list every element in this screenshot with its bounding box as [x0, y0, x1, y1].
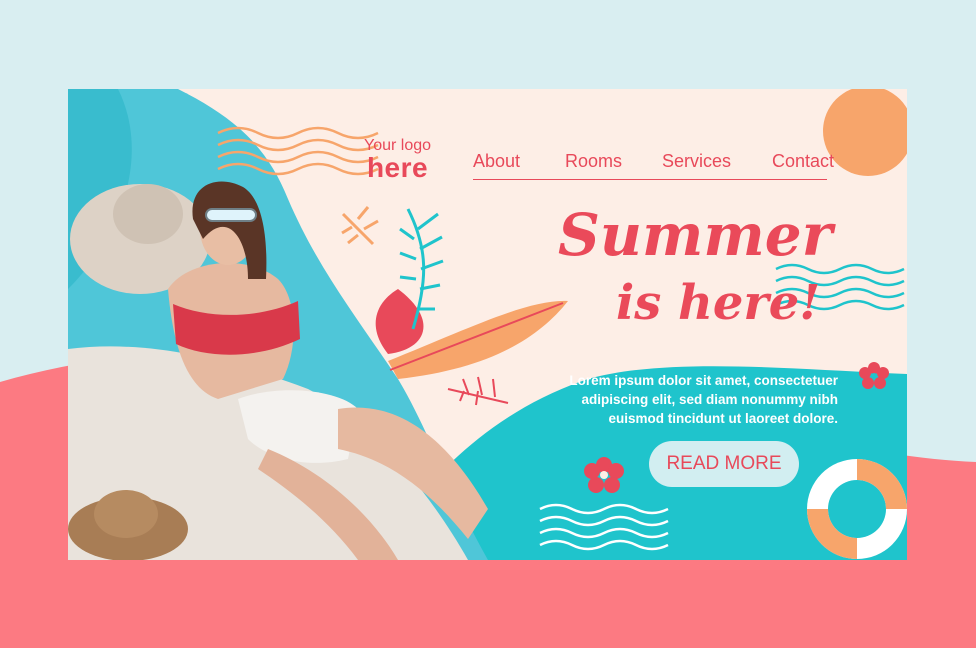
nav-item-rooms[interactable]: Rooms [565, 151, 622, 172]
life-ring-icon [807, 459, 907, 559]
logo-line2: here [366, 152, 429, 183]
landing-page-card: Your logo here About Rooms Services Cont… [68, 89, 907, 560]
hero-body-text: Lorem ipsum dolor sit amet, consectetuer… [569, 373, 838, 426]
sun-circle-icon [823, 89, 907, 176]
nav-item-about[interactable]: About [473, 151, 520, 172]
hero-title-line2: is here! [616, 275, 821, 331]
nav-item-services[interactable]: Services [662, 151, 731, 172]
main-nav: About Rooms Services Contact [473, 151, 834, 180]
read-more-button[interactable]: READ MORE [649, 441, 799, 487]
nav-item-contact[interactable]: Contact [772, 151, 834, 172]
hero-title-line1: Summer [558, 201, 833, 269]
site-logo[interactable]: Your logo here [364, 138, 431, 182]
